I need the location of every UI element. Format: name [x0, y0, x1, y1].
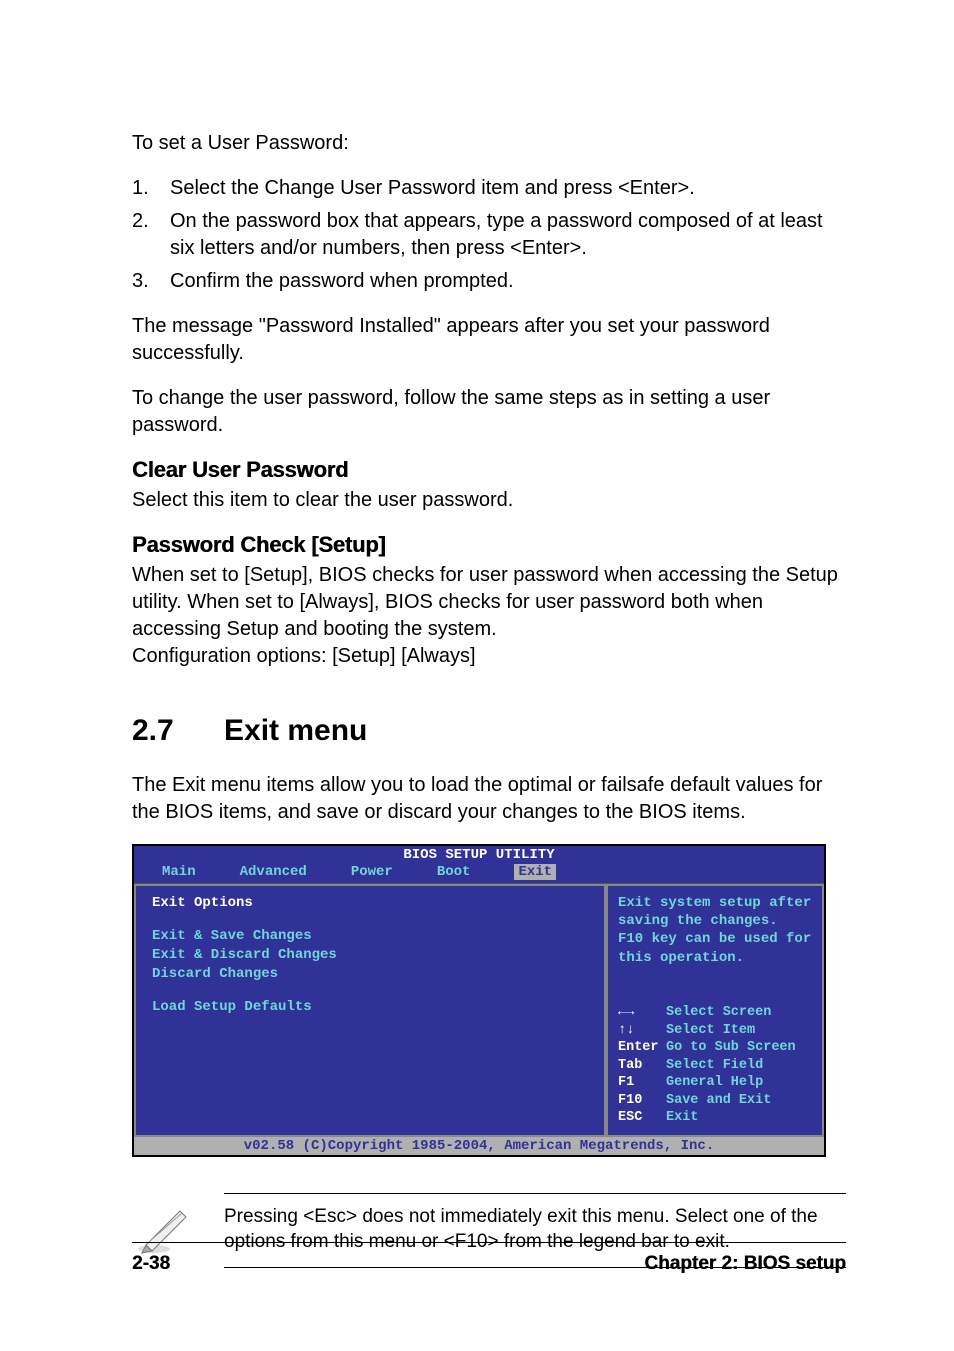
- chapter-label: Chapter 2: BIOS setup: [644, 1253, 846, 1275]
- bios-footer: v02.58 (C)Copyright 1985-2004, American …: [134, 1137, 824, 1155]
- section-number: 2.7: [132, 714, 224, 748]
- bios-screenshot: BIOS SETUP UTILITY Main Advanced Power B…: [132, 844, 826, 1157]
- bios-tab-power[interactable]: Power: [351, 864, 393, 880]
- section-lead: The Exit menu items allow you to load th…: [132, 772, 846, 826]
- section-title: Exit menu: [224, 714, 367, 747]
- bios-item-exit-discard[interactable]: Exit & Discard Changes: [152, 946, 588, 965]
- bios-item-exit-save[interactable]: Exit & Save Changes: [152, 927, 588, 946]
- bios-exit-options-header: Exit Options: [152, 894, 588, 913]
- bios-left-pane: Exit Options Exit & Save Changes Exit & …: [134, 884, 606, 1137]
- steps-list: 1. Select the Change User Password item …: [132, 175, 846, 295]
- bios-item-load-defaults[interactable]: Load Setup Defaults: [152, 998, 588, 1017]
- bios-tab-exit[interactable]: Exit: [514, 864, 556, 880]
- page-footer: 2-38 Chapter 2: BIOS setup: [132, 1242, 846, 1275]
- change-password-note: To change the user password, follow the …: [132, 385, 846, 439]
- bios-keys-legend: ←→Select Screen ↑↓Select Item EnterGo to…: [618, 1004, 814, 1127]
- clear-user-password-body: Select this item to clear the user passw…: [132, 487, 846, 514]
- password-check-options: Configuration options: [Setup] [Always]: [132, 643, 846, 670]
- password-check-body: When set to [Setup], BIOS checks for use…: [132, 562, 846, 643]
- bios-item-discard[interactable]: Discard Changes: [152, 965, 588, 984]
- set-password-title: To set a User Password:: [132, 130, 846, 157]
- bios-help-text: Exit system setup after saving the chang…: [618, 894, 814, 1004]
- bios-tab-boot[interactable]: Boot: [437, 864, 471, 880]
- clear-user-password-heading: Clear User Password: [132, 457, 846, 483]
- step-2: 2. On the password box that appears, typ…: [132, 208, 846, 262]
- password-check-heading: Password Check [Setup]: [132, 532, 846, 558]
- step-1: 1. Select the Change User Password item …: [132, 175, 846, 202]
- step-3: 3. Confirm the password when prompted.: [132, 268, 846, 295]
- bios-tabs: Main Advanced Power Boot Exit: [134, 864, 824, 883]
- bios-tab-main[interactable]: Main: [162, 864, 196, 880]
- password-installed-msg: The message "Password Installed" appears…: [132, 313, 846, 367]
- section-heading: 2.7Exit menu: [132, 714, 846, 748]
- bios-right-pane: Exit system setup after saving the chang…: [606, 884, 824, 1137]
- bios-tab-advanced[interactable]: Advanced: [240, 864, 307, 880]
- page-number: 2-38: [132, 1253, 170, 1275]
- bios-title: BIOS SETUP UTILITY: [134, 846, 824, 864]
